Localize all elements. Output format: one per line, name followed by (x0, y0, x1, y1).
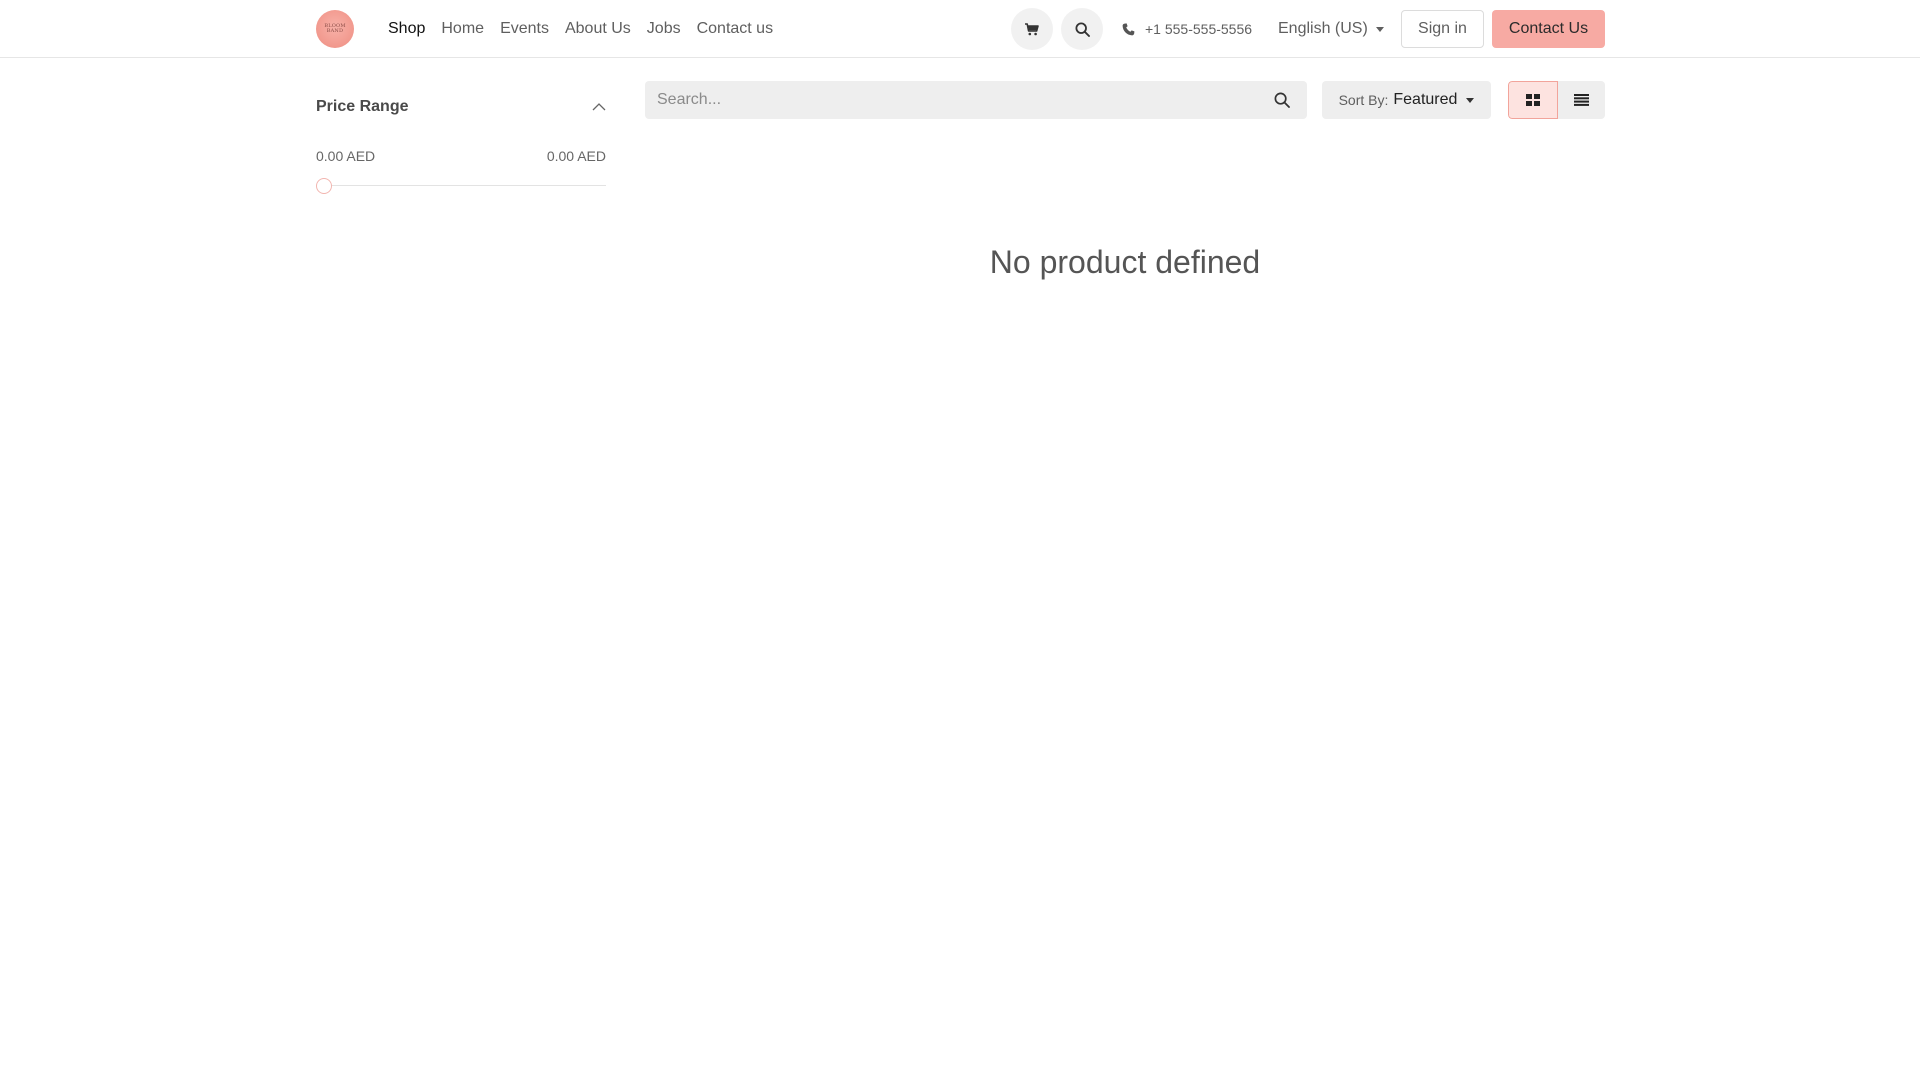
sort-label: Sort By: (1338, 92, 1389, 108)
list-view-button[interactable] (1557, 81, 1605, 119)
phone-contact[interactable]: +1 555-555-5556 (1122, 0, 1252, 58)
caret-down-icon (1466, 97, 1475, 103)
contact-us-button[interactable]: Contact Us (1492, 10, 1605, 48)
language-selector[interactable]: English (US) (1278, 0, 1384, 58)
search-icon (1074, 21, 1090, 37)
search-input[interactable] (645, 81, 1257, 119)
nav-contact-us[interactable]: Contact us (697, 20, 773, 38)
top-navbar: BLOOM BAND Shop Home Events About Us Job… (0, 0, 1920, 58)
nav-home[interactable]: Home (441, 20, 484, 38)
nav-jobs[interactable]: Jobs (647, 20, 681, 38)
language-label: English (US) (1278, 20, 1368, 37)
empty-products-message: No product defined (989, 244, 1261, 280)
nav-events[interactable]: Events (500, 20, 549, 38)
site-logo[interactable]: BLOOM BAND (316, 10, 354, 48)
chevron-up-icon[interactable] (592, 103, 606, 111)
caret-down-icon (1375, 26, 1384, 32)
nav-about-us[interactable]: About Us (565, 20, 631, 38)
grid-icon (1525, 94, 1540, 106)
price-range-title: Price Range (316, 98, 409, 115)
slider-track (316, 185, 606, 186)
sort-value: Featured (1393, 91, 1458, 108)
slider-handle[interactable] (316, 178, 332, 194)
price-max-label: 0.00 AED (546, 148, 606, 164)
price-range-header[interactable]: Price Range (316, 82, 606, 132)
logo-text: BLOOM BAND (322, 22, 348, 36)
cart-button[interactable] (1011, 8, 1053, 50)
nav-shop[interactable]: Shop (388, 20, 425, 38)
logo-text-line2: BAND (326, 28, 344, 34)
filter-sidebar: Price Range 0.00 AED 0.00 AED (316, 82, 606, 194)
navbar-container: BLOOM BAND Shop Home Events About Us Job… (316, 0, 1605, 58)
phone-number: +1 555-555-5556 (1145, 21, 1253, 37)
cart-icon (1025, 22, 1039, 35)
price-range-slider[interactable] (316, 178, 606, 194)
search-icon (1274, 92, 1290, 108)
list-icon (1573, 94, 1589, 106)
price-min-label: 0.00 AED (316, 148, 376, 164)
sign-in-button[interactable]: Sign in (1401, 10, 1484, 48)
grid-view-button[interactable] (1508, 81, 1558, 119)
search-toggle-button[interactable] (1061, 8, 1103, 50)
search-submit-button[interactable] (1257, 81, 1307, 119)
view-mode-toggle (1508, 81, 1605, 119)
product-search-bar (645, 81, 1307, 119)
sort-dropdown[interactable]: Sort By: Featured (1322, 81, 1491, 119)
price-range-values: 0.00 AED 0.00 AED (316, 148, 606, 164)
main-nav: Shop Home Events About Us Jobs Contact u… (388, 0, 789, 58)
phone-icon (1122, 22, 1135, 35)
